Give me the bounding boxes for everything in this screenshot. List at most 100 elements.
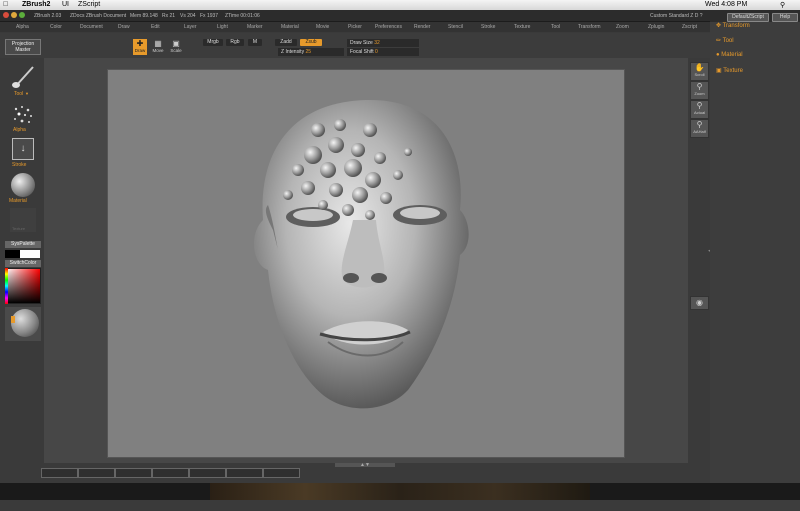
menu-picker[interactable]: Picker — [348, 24, 362, 30]
menu-render[interactable]: Render — [414, 24, 430, 30]
brush-marker-icon — [11, 316, 15, 323]
menu-zoom[interactable]: Zoom — [616, 24, 629, 30]
default-zscript-button[interactable]: DefaultZScript — [727, 13, 769, 22]
zoom-button[interactable]: ⚲ Zoom — [690, 81, 709, 100]
rx-label: Rx 21 — [162, 13, 176, 19]
menu-preferences[interactable]: Preferences — [375, 24, 402, 30]
alpha-dots-icon — [14, 106, 32, 123]
desktop-wallpaper — [210, 483, 590, 500]
expand-arrows-icon[interactable]: ▲▼ — [360, 462, 370, 468]
menu-texture[interactable]: Texture — [514, 24, 530, 30]
scale-icon: ▣ — [172, 39, 180, 48]
stroke-label: Stroke — [12, 162, 27, 168]
alpha-button[interactable] — [10, 104, 36, 126]
bottom-slot-1[interactable] — [41, 468, 78, 478]
bottom-slot-3[interactable] — [115, 468, 152, 478]
zadd-button[interactable]: Zadd — [275, 39, 297, 46]
minimize-icon[interactable] — [11, 12, 17, 18]
bottom-slot-6[interactable] — [226, 468, 263, 478]
move-mode-button[interactable]: ▦ Move — [151, 39, 165, 55]
texture-tray-icon: ▣ — [716, 68, 722, 74]
scale-mode-button[interactable]: ▣ Scale — [169, 39, 183, 55]
scroll-label: Scroll — [694, 72, 705, 77]
draw-size-slider[interactable]: Draw Size 32 — [347, 39, 419, 47]
ztime-label: ZTime 00:01:06 — [225, 13, 260, 19]
move-icon: ▦ — [154, 39, 162, 48]
menu-movie[interactable]: Movie — [316, 24, 329, 30]
tool-tray-icon: ✏ — [716, 38, 722, 44]
menu-document[interactable]: Document — [80, 24, 103, 30]
stroke-arrow-icon: ↓ — [20, 143, 26, 154]
tool-button[interactable] — [9, 63, 37, 91]
tray-material[interactable]: ● Material — [716, 52, 743, 58]
hue-strip[interactable] — [5, 268, 8, 304]
script-area: DefaultZScript Help — [710, 11, 800, 22]
tray-texture[interactable]: ▣ Texture — [716, 67, 743, 74]
canvas[interactable] — [107, 69, 625, 458]
scroll-button[interactable]: ✋ Scroll — [690, 62, 709, 81]
zsub-button[interactable]: Zsub — [300, 39, 322, 46]
close-icon[interactable] — [3, 12, 9, 18]
tool-dropdown-icon[interactable]: ▼ — [25, 91, 29, 96]
camera-icon: ◉ — [696, 298, 703, 307]
title-bar: ZBrush 2.03 ZDocs ZBrush Document Mem 89… — [0, 10, 800, 22]
aahalf-button[interactable]: ⚲ AAHalf — [690, 119, 709, 138]
mac-menu-ui[interactable]: UI — [62, 1, 69, 8]
menu-color[interactable]: Color — [50, 24, 62, 30]
tray-tool[interactable]: ✏ Tool — [716, 37, 734, 44]
bottom-slot-7[interactable] — [263, 468, 300, 478]
camera-button[interactable]: ◉ — [690, 296, 709, 310]
tray-material-label: Material — [721, 52, 743, 58]
focal-shift-value: 0 — [375, 49, 378, 55]
brush-sphere-icon — [11, 309, 39, 337]
menu-light[interactable]: Light — [217, 24, 228, 30]
doc-label: ZDocs ZBrush Document — [70, 13, 127, 19]
mem-label: Mem 89.148 — [130, 13, 158, 19]
color-picker[interactable] — [5, 268, 41, 304]
bottom-slot-2[interactable] — [78, 468, 115, 478]
mac-app-name[interactable]: ZBrush2 — [22, 1, 50, 8]
z-intensity-label: Z Intensity — [281, 49, 305, 55]
mac-menu-zscript[interactable]: ZScript — [78, 1, 100, 8]
z-intensity-slider[interactable]: Z Intensity 25 — [278, 48, 344, 56]
scale-label: Scale — [170, 48, 182, 53]
help-button[interactable]: Help — [772, 13, 798, 22]
vs-label: Vs 204 — [180, 13, 196, 19]
bottom-slot-5[interactable] — [189, 468, 226, 478]
custom-layout-label[interactable]: Custom Standard Z D ? — [650, 13, 703, 19]
menu-tool[interactable]: Tool — [551, 24, 560, 30]
menu-stroke[interactable]: Stroke — [481, 24, 495, 30]
switch-color-button[interactable]: SwitchColor — [5, 260, 41, 267]
focal-shift-slider[interactable]: Focal Shift 0 — [347, 48, 419, 56]
projection-master-button[interactable]: Projection Master — [5, 39, 41, 55]
main-color-swatch[interactable] — [5, 250, 20, 258]
draw-mode-button[interactable]: ✚ Draw — [133, 39, 147, 55]
menu-draw[interactable]: Draw — [118, 24, 130, 30]
clock[interactable]: Wed 4:08 PM — [705, 1, 747, 8]
spotlight-icon[interactable]: ⚲ — [780, 1, 785, 9]
menu-transform[interactable]: Transform — [578, 24, 601, 30]
secondary-color-swatch[interactable] — [20, 250, 40, 258]
menu-alpha[interactable]: Alpha — [16, 24, 29, 30]
tool-label: Tool — [14, 91, 24, 97]
mrgb-button[interactable]: Mrgb — [203, 39, 223, 46]
zoom-window-icon[interactable] — [19, 12, 25, 18]
apple-icon[interactable]:  — [3, 1, 8, 8]
m-button[interactable]: M — [248, 39, 262, 46]
menu-edit[interactable]: Edit — [151, 24, 160, 30]
menu-zscript[interactable]: Zscript — [682, 24, 697, 30]
bottom-slot-4[interactable] — [152, 468, 189, 478]
menu-stencil[interactable]: Stencil — [448, 24, 463, 30]
actual-button[interactable]: ⚲ Actual — [690, 100, 709, 119]
sys-palette-button[interactable]: SysPalette — [5, 241, 41, 248]
menu-layer[interactable]: Layer — [184, 24, 197, 30]
material-sphere-icon[interactable] — [11, 173, 35, 197]
rgb-button[interactable]: Rgb — [226, 39, 244, 46]
desktop-strip — [0, 483, 800, 500]
draw-size-label: Draw Size — [350, 40, 373, 46]
menu-zplugin[interactable]: Zplugin — [648, 24, 664, 30]
menu-marker[interactable]: Marker — [247, 24, 263, 30]
stroke-button[interactable]: ↓ — [12, 138, 34, 160]
menu-material[interactable]: Material — [281, 24, 299, 30]
tray-transform[interactable]: ✥ Transform — [716, 22, 750, 29]
